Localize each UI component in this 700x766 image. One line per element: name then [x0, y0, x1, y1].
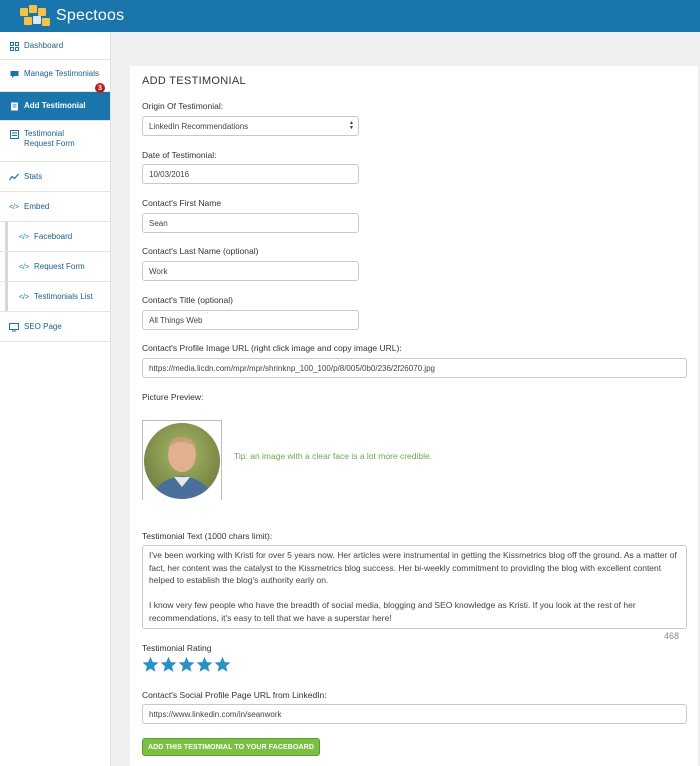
- select-arrows-icon: ▲ ▼: [349, 120, 354, 131]
- comment-icon: [9, 69, 19, 79]
- contact-title-field[interactable]: All Things Web: [142, 310, 359, 330]
- submenu-bar: [5, 222, 8, 251]
- last-name-value: Work: [149, 266, 168, 276]
- sidebar-item-label: Embed: [24, 202, 50, 211]
- sidebar-item-testimonials-list[interactable]: </> Testimonials List: [0, 282, 110, 312]
- sidebar-item-add-testimonial[interactable]: Add Testimonial: [0, 92, 110, 121]
- sidebar-item-label: Add Testimonial: [24, 101, 86, 110]
- image-url-field[interactable]: https://media.licdn.com/mpr/mpr/shrinknp…: [142, 358, 687, 378]
- code-icon: </>: [18, 293, 30, 301]
- star-icon[interactable]: [214, 656, 231, 673]
- sidebar-item-stats[interactable]: Stats: [0, 162, 110, 192]
- star-icon[interactable]: [178, 656, 195, 673]
- sidebar-item-label: Request Form: [34, 262, 85, 271]
- image-url-label: Contact's Profile Image URL (right click…: [142, 343, 402, 353]
- sidebar-item-label: Testimonial Request Form: [24, 129, 75, 148]
- date-field-value: 10/03/2016: [149, 169, 190, 179]
- testimonial-text-label: Testimonial Text (1000 chars limit):: [142, 531, 273, 541]
- origin-select[interactable]: LinkedIn Recommendations ▲ ▼: [142, 116, 359, 136]
- submenu-bar: [5, 252, 8, 281]
- star-icon[interactable]: [160, 656, 177, 673]
- sidebar-item-label: Stats: [24, 172, 43, 181]
- sidebar-item-label: Testimonials List: [34, 292, 93, 301]
- sidebar-item-seo-page[interactable]: SEO Page: [0, 312, 110, 342]
- last-name-field[interactable]: Work: [142, 261, 359, 281]
- social-url-field[interactable]: https://www.linkedin.com/in/seanwork: [142, 704, 687, 724]
- social-url-value: https://www.linkedin.com/in/seanwork: [149, 709, 282, 719]
- rating-label: Testimonial Rating: [142, 643, 212, 653]
- social-url-label: Contact's Social Profile Page URL from L…: [142, 690, 327, 700]
- rating-stars[interactable]: [142, 656, 231, 673]
- code-icon: </>: [18, 233, 30, 241]
- sidebar-item-embed[interactable]: </> Embed: [0, 192, 110, 222]
- image-tip: Tip: an image with a clear face is a lot…: [234, 451, 433, 461]
- date-label: Date of Testimonial:: [142, 150, 217, 160]
- picture-preview: [142, 420, 222, 500]
- add-testimonial-panel: ADD TESTIMONIAL Origin Of Testimonial: L…: [130, 66, 698, 766]
- doc-icon: [9, 101, 19, 111]
- origin-label: Origin Of Testimonial:: [142, 101, 224, 111]
- code-icon: </>: [18, 263, 30, 271]
- submenu-bar: [5, 282, 8, 311]
- code-icon: </>: [8, 203, 20, 211]
- chart-line-icon: [9, 172, 19, 182]
- sidebar-item-manage-testimonials[interactable]: Manage Testimonials: [0, 60, 110, 92]
- contact-title-label: Contact's Title (optional): [142, 295, 233, 305]
- first-name-value: Sean: [149, 218, 168, 228]
- char-counter: 468: [664, 631, 680, 641]
- contact-title-value: All Things Web: [149, 315, 203, 325]
- first-name-label: Contact's First Name: [142, 198, 222, 208]
- origin-select-value: LinkedIn Recommendations: [149, 121, 249, 131]
- first-name-field[interactable]: Sean: [142, 213, 359, 233]
- sidebar-item-label: Dashboard: [24, 41, 64, 50]
- sidebar-item-request-form[interactable]: </> Request Form: [0, 252, 110, 282]
- date-field[interactable]: 10/03/2016: [142, 164, 359, 184]
- profile-photo: [144, 423, 220, 499]
- star-icon[interactable]: [142, 656, 159, 673]
- sidebar-item-testimonial-request-form[interactable]: Testimonial Request Form: [0, 121, 110, 162]
- page-title: ADD TESTIMONIAL: [142, 75, 246, 87]
- form-icon: [9, 129, 19, 139]
- monitor-icon: [9, 322, 19, 332]
- testimonial-textarea[interactable]: [142, 545, 687, 629]
- grid-icon: [9, 41, 19, 51]
- last-name-label: Contact's Last Name (optional): [142, 246, 259, 256]
- sidebar: Dashboard Manage Testimonials Add Testim…: [0, 32, 111, 766]
- add-to-faceboard-button[interactable]: ADD THIS TESTIMONIAL TO YOUR FACEBOARD: [142, 738, 320, 756]
- sidebar-item-label: SEO Page: [24, 322, 62, 331]
- sidebar-item-label: Manage Testimonials: [24, 69, 100, 78]
- star-icon[interactable]: [196, 656, 213, 673]
- preview-label: Picture Preview:: [142, 392, 204, 402]
- sidebar-item-label: Faceboard: [34, 232, 73, 241]
- top-bar: Spectoos: [0, 0, 700, 32]
- sidebar-item-faceboard[interactable]: </> Faceboard: [0, 222, 110, 252]
- logo-icon: [20, 5, 50, 27]
- notification-badge: 3: [95, 83, 105, 93]
- sidebar-item-dashboard[interactable]: Dashboard: [0, 32, 110, 60]
- image-url-value: https://media.licdn.com/mpr/mpr/shrinknp…: [149, 363, 435, 373]
- brand-name: Spectoos: [56, 7, 125, 24]
- logo[interactable]: Spectoos: [20, 5, 124, 27]
